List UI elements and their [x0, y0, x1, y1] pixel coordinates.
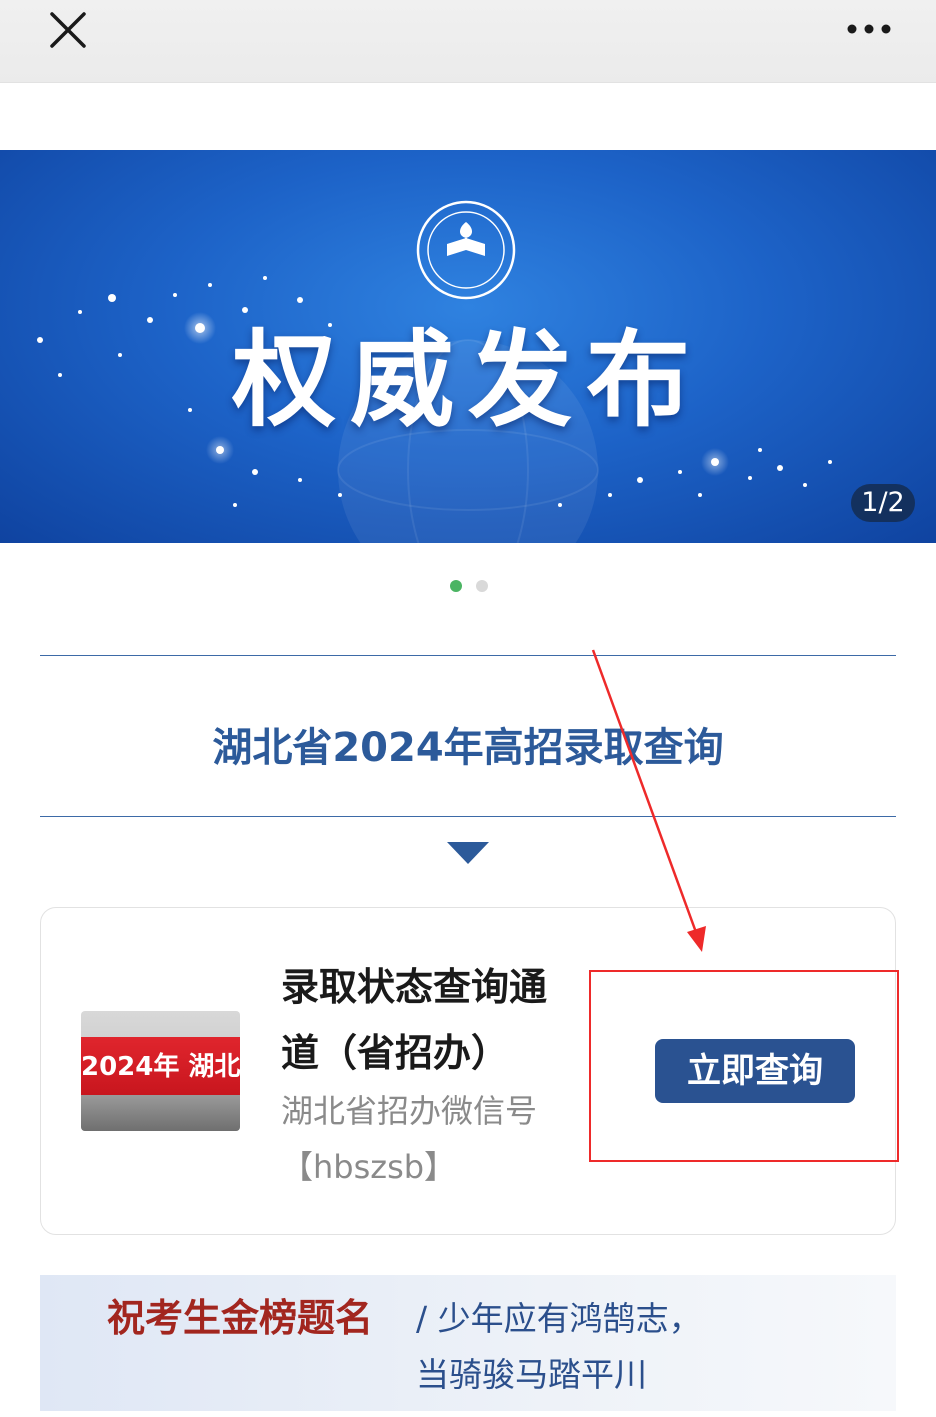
carousel-dot[interactable] — [476, 580, 488, 592]
section-title: 湖北省2024年高招录取查询 — [212, 725, 724, 771]
close-icon[interactable] — [44, 6, 92, 54]
card-subtitle-line2: 【hbszsb】 — [281, 1148, 457, 1186]
card-thumbnail: 2024年 湖北省普通高校招生录取 — [81, 1011, 240, 1131]
blessing-main-text: 祝考生金榜题名 — [107, 1296, 374, 1340]
card-subtitle-line1: 湖北省招办微信号 — [281, 1092, 538, 1130]
emblem-logo — [416, 200, 516, 300]
thumbnail-banner-text: 2024年 湖北省普通高校招生录取 — [81, 1052, 240, 1082]
banner-carousel[interactable]: 权威发布 1/2 — [0, 150, 936, 543]
page-indicator: 1/2 — [851, 484, 915, 522]
more-dots-icon[interactable] — [840, 12, 900, 46]
triangle-down-icon — [447, 842, 489, 864]
divider-top — [40, 655, 896, 656]
carousel-dot-active[interactable] — [450, 580, 462, 592]
card-subtitle: 湖北省招办微信号 【hbszsb】 — [281, 1083, 581, 1195]
card-title: 录取状态查询通道（省招办） — [281, 965, 548, 1075]
highlight-box — [589, 970, 899, 1162]
divider-bottom — [40, 816, 896, 817]
banner-headline: 权威发布 — [231, 319, 704, 441]
top-navigation-bar — [0, 0, 936, 83]
blessing-poem-line1: / 少年应有鸿鹄志， — [416, 1299, 702, 1338]
blessing-poem-line2: 当骑骏马踏平川 — [416, 1355, 647, 1394]
